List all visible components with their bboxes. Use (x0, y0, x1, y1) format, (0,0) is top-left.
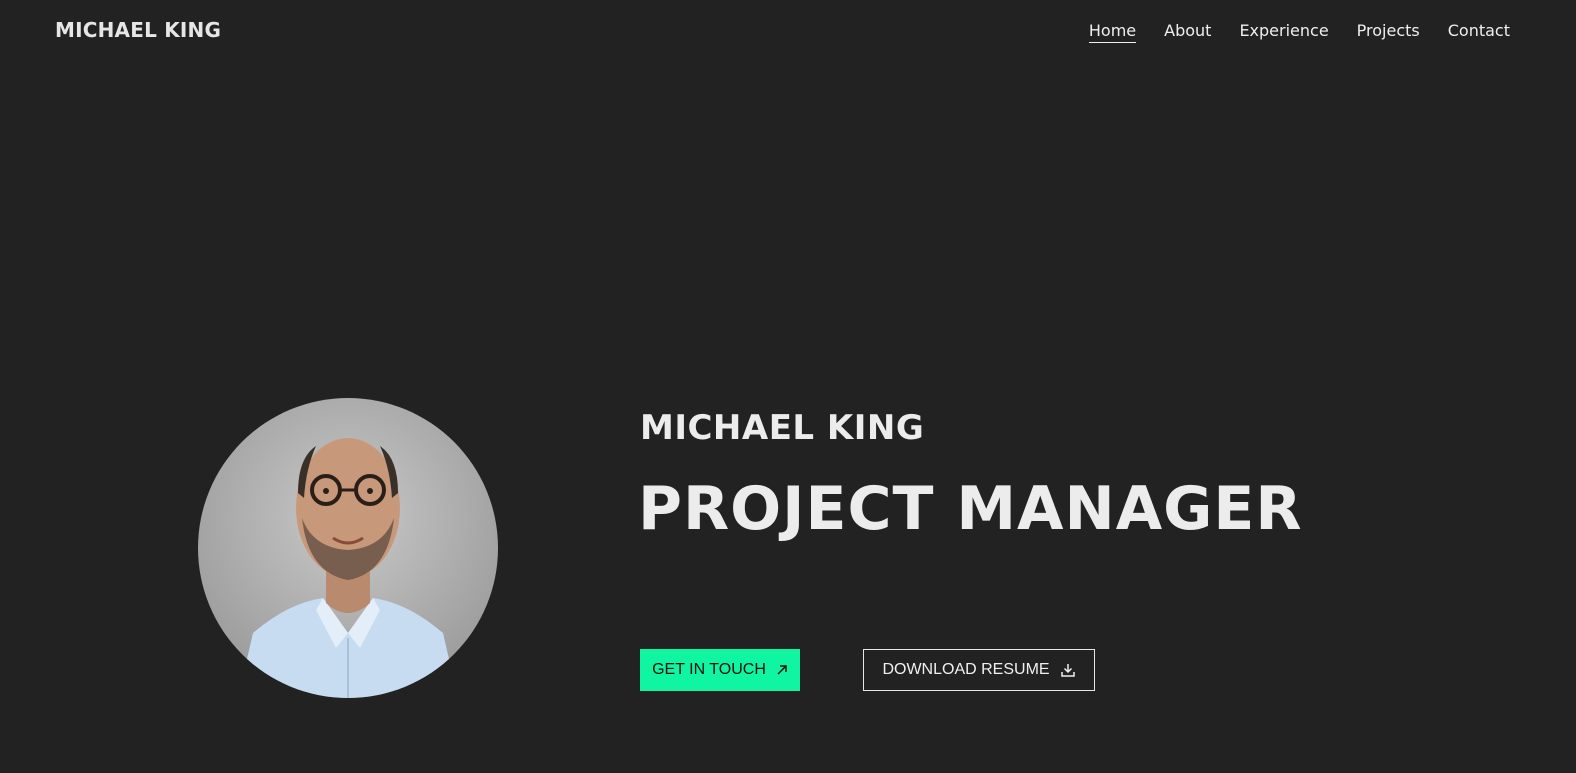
nav-link-contact[interactable]: Contact (1448, 21, 1510, 43)
site-header: MICHAEL KING Home About Experience Proje… (0, 0, 1576, 64)
nav-link-projects[interactable]: Projects (1357, 21, 1420, 43)
profile-photo (198, 398, 498, 698)
download-icon (1060, 662, 1076, 678)
download-resume-label: DOWNLOAD RESUME (882, 661, 1050, 678)
get-in-touch-button[interactable]: GET IN TOUCH (640, 649, 800, 691)
nav-link-about[interactable]: About (1164, 21, 1211, 43)
nav-link-experience[interactable]: Experience (1239, 21, 1328, 43)
arrow-up-right-icon (776, 664, 788, 676)
main-nav: Home About Experience Projects Contact (1088, 21, 1510, 43)
hero-title: PROJECT MANAGER (638, 474, 1303, 544)
hero-name: MICHAEL KING (640, 408, 925, 448)
brand-logo[interactable]: MICHAEL KING (55, 18, 221, 42)
get-in-touch-label: GET IN TOUCH (652, 661, 766, 678)
download-resume-button[interactable]: DOWNLOAD RESUME (863, 649, 1095, 691)
nav-link-home[interactable]: Home (1088, 21, 1137, 43)
